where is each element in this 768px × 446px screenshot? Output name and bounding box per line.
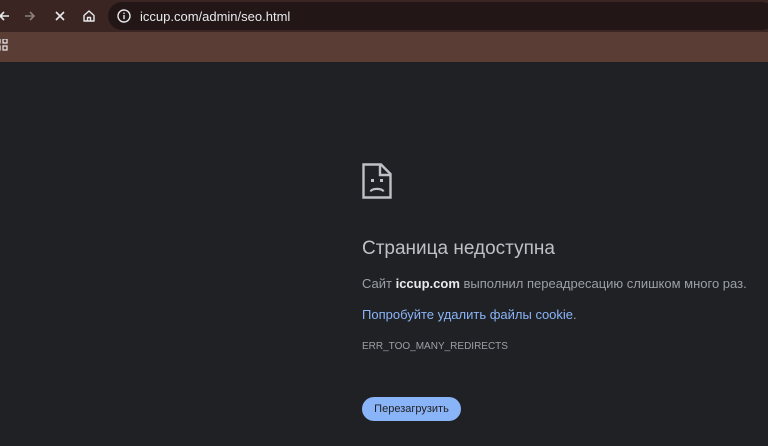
clear-cookies-link[interactable]: Попробуйте удалить файлы cookie (362, 307, 573, 322)
suggestion-line: Попробуйте удалить файлы cookie. (362, 307, 577, 322)
site-name: iccup.com (395, 276, 460, 291)
error-title: Страница недоступна (362, 238, 555, 259)
description-suffix: выполнил переадресацию слишком много раз… (459, 276, 747, 291)
back-icon (0, 11, 9, 21)
url-text[interactable]: iccup.com/admin/seo.html (140, 9, 290, 24)
sad-page-icon (362, 163, 392, 199)
error-code: ERR_TOO_MANY_REDIRECTS (362, 341, 508, 352)
error-description: Сайт iccup.com выполнил переадресацию сл… (362, 276, 747, 291)
home-button[interactable] (77, 4, 101, 28)
address-bar[interactable]: iccup.com/admin/seo.html (108, 2, 768, 30)
browser-toolbar: iccup.com/admin/seo.html (0, 0, 768, 32)
suggestion-period: . (573, 307, 577, 322)
stop-button[interactable] (48, 4, 72, 28)
home-icon (83, 10, 95, 22)
forward-button[interactable] (18, 4, 42, 28)
apps-icon[interactable] (0, 39, 8, 51)
forward-icon (25, 11, 36, 21)
description-prefix: Сайт (362, 276, 396, 291)
reload-button[interactable]: Перезагрузить (362, 397, 461, 421)
bookmarks-bar (0, 32, 768, 62)
back-button[interactable] (0, 4, 16, 28)
stop-icon (55, 11, 65, 21)
info-icon[interactable] (116, 8, 132, 24)
